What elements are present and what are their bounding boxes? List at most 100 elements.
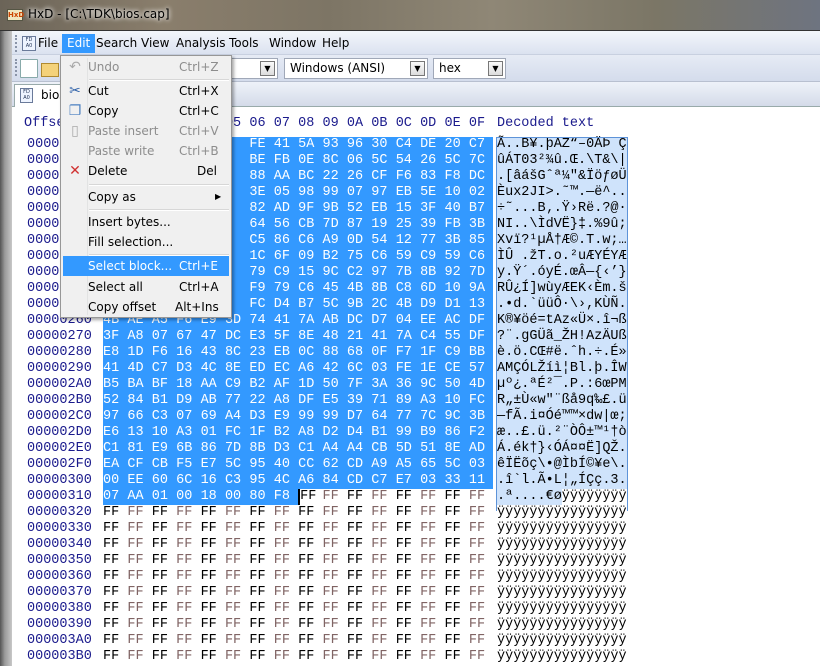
hex-byte[interactable]: 0E bbox=[298, 153, 323, 169]
hex-byte[interactable]: FF bbox=[103, 553, 127, 569]
hex-byte[interactable]: 5D bbox=[395, 441, 421, 457]
hex-byte[interactable]: 0D bbox=[346, 233, 372, 249]
hex-byte[interactable]: FF bbox=[176, 569, 200, 585]
hex-byte[interactable]: FF bbox=[469, 617, 493, 633]
hex-byte[interactable]: FF bbox=[420, 521, 444, 537]
hex-byte[interactable]: 3F bbox=[103, 329, 128, 345]
hex-byte[interactable]: FF bbox=[298, 537, 322, 553]
hex-byte[interactable]: FF bbox=[274, 569, 298, 585]
hex-byte[interactable]: FF bbox=[371, 633, 395, 649]
hex-byte[interactable]: 09 bbox=[298, 249, 323, 265]
hex-byte[interactable]: 1C bbox=[249, 249, 274, 265]
hex-bytes[interactable]: EA CF CB F5 E7 5C 95 40 CC 62 CD A9 A5 65 5C 03 bbox=[103, 457, 494, 473]
hex-bytes[interactable]: E8 1D F6 16 43 8C 23 EB 0C 88 68 0F F7 1F C9 BB bbox=[103, 345, 494, 361]
hex-byte[interactable]: 98 bbox=[298, 185, 323, 201]
hex-byte[interactable]: E9 bbox=[151, 441, 177, 457]
hex-byte[interactable]: 4D bbox=[127, 361, 152, 377]
hex-byte[interactable]: 69 bbox=[200, 409, 225, 425]
hex-byte[interactable]: 7A bbox=[298, 313, 323, 329]
hex-byte[interactable]: 9C bbox=[322, 265, 347, 281]
hex-byte[interactable]: DF bbox=[468, 313, 494, 329]
hex-byte[interactable]: FF bbox=[249, 633, 273, 649]
hex-byte[interactable]: 5E bbox=[420, 185, 445, 201]
hex-byte[interactable]: D4 bbox=[273, 297, 299, 313]
hex-byte[interactable]: ED bbox=[249, 361, 274, 377]
hex-byte[interactable]: 96 bbox=[346, 137, 372, 153]
hex-byte[interactable]: FF bbox=[323, 649, 347, 665]
hex-byte[interactable]: FF bbox=[420, 553, 444, 569]
hex-byte[interactable]: BE bbox=[249, 153, 274, 169]
hex-bytes[interactable]: FF FF FF FF FF FF FF FF FF FF FF FF FF FF FF FF bbox=[103, 553, 493, 569]
hex-byte[interactable]: C9 bbox=[420, 249, 445, 265]
menu-item-copy-offset[interactable]: Copy offset Alt+Ins bbox=[63, 297, 229, 317]
hex-byte[interactable]: FF bbox=[469, 585, 493, 601]
hex-byte[interactable]: 77 bbox=[224, 393, 250, 409]
hex-byte[interactable]: FF bbox=[201, 649, 225, 665]
hex-byte[interactable]: 04 bbox=[395, 313, 421, 329]
hex-byte[interactable]: FF bbox=[469, 521, 493, 537]
hex-byte[interactable]: C9 bbox=[273, 265, 299, 281]
hex-byte[interactable]: BB bbox=[468, 345, 494, 361]
hex-byte[interactable]: 18 bbox=[176, 377, 201, 393]
decoded-text[interactable]: ÿÿÿÿÿÿÿÿÿÿÿÿÿÿÿÿ bbox=[497, 537, 627, 553]
hex-byte[interactable]: D1 bbox=[444, 297, 469, 313]
hex-row[interactable]: 000003B0 FF FF FF FF FF FF FF FF FF FF FF FF FF FF FF FF… bbox=[12, 649, 820, 665]
decoded-text[interactable]: êÏËõç\•@ÌbÍ©¥e\. bbox=[497, 457, 627, 473]
hex-byte[interactable]: 99 bbox=[322, 185, 347, 201]
hex-byte[interactable]: FF bbox=[444, 553, 468, 569]
hex-bytes[interactable]: 41 4D C7 D3 4C 8E ED EC A6 42 6C 03 FE 1E CE 57 bbox=[103, 361, 494, 377]
hex-byte[interactable]: D3 bbox=[273, 441, 299, 457]
hex-byte[interactable]: 84 bbox=[127, 393, 152, 409]
decoded-text[interactable]: Ã..B¥.þAZ“–0ÄÞ Ç bbox=[497, 137, 627, 153]
hex-byte[interactable]: D7 bbox=[371, 313, 396, 329]
hex-byte[interactable]: C4 bbox=[420, 329, 445, 345]
hex-row[interactable]: 000002E0 C1 81 E9 6B 86 7D 8B D3 C1 A4 A4 CB 5D 51 8E AD… bbox=[12, 441, 820, 457]
hex-byte[interactable]: FF bbox=[201, 553, 225, 569]
hex-byte[interactable]: FF bbox=[103, 569, 127, 585]
hex-byte[interactable]: C8 bbox=[395, 281, 421, 297]
hex-byte[interactable]: FF bbox=[176, 537, 200, 553]
decoded-text[interactable]: ÿÿÿÿÿÿÿÿÿÿÿÿÿÿÿÿ bbox=[497, 649, 627, 665]
hex-byte[interactable]: 86 bbox=[200, 441, 225, 457]
hex-byte[interactable]: 50 bbox=[444, 377, 469, 393]
hex-byte[interactable]: FF bbox=[469, 489, 493, 505]
hex-byte[interactable]: F8 bbox=[273, 489, 299, 505]
hex-byte[interactable]: FF bbox=[420, 649, 444, 665]
menu-item-paste-insert[interactable]: ▯ Paste insert Ctrl+V bbox=[63, 121, 229, 141]
hex-byte[interactable]: FF bbox=[347, 505, 371, 521]
hex-byte[interactable]: E7 bbox=[200, 457, 225, 473]
hex-byte[interactable]: FF bbox=[396, 505, 420, 521]
decoded-text[interactable]: RÛ¿Í]wùyÆEK‹Èm.š bbox=[497, 281, 627, 297]
hex-byte[interactable]: FF bbox=[444, 601, 468, 617]
hex-byte[interactable]: FF bbox=[371, 505, 395, 521]
hex-byte[interactable]: 05 bbox=[273, 185, 299, 201]
decoded-text[interactable]: ÿÿÿÿÿÿÿÿÿÿÿÿÿÿÿÿ bbox=[497, 505, 627, 521]
hex-byte[interactable]: 3A bbox=[371, 377, 396, 393]
hex-byte[interactable]: FF bbox=[396, 601, 420, 617]
hex-byte[interactable]: 03 bbox=[420, 473, 445, 489]
hex-byte[interactable]: A8 bbox=[298, 425, 323, 441]
hex-byte[interactable]: FF bbox=[469, 505, 493, 521]
hex-byte[interactable]: FF bbox=[469, 649, 493, 665]
hex-byte[interactable]: 23 bbox=[249, 345, 274, 361]
hex-byte[interactable]: FF bbox=[298, 521, 322, 537]
hex-bytes[interactable]: FF FF FF FF FF FF FF FF FF FF FF FF FF FF FF FF bbox=[103, 617, 493, 633]
hex-byte[interactable]: FF bbox=[103, 601, 127, 617]
hex-byte[interactable]: C1 bbox=[298, 441, 323, 457]
hex-byte[interactable]: B5 bbox=[103, 377, 128, 393]
hex-byte[interactable]: 41 bbox=[371, 329, 396, 345]
hex-byte[interactable]: D2 bbox=[322, 425, 347, 441]
hex-byte[interactable]: 3E bbox=[249, 185, 274, 201]
hex-byte[interactable]: FF bbox=[127, 505, 151, 521]
hex-byte[interactable]: F2 bbox=[468, 425, 494, 441]
hex-byte[interactable]: C6 bbox=[371, 249, 396, 265]
hex-byte[interactable]: 86 bbox=[273, 233, 299, 249]
hex-byte[interactable]: FF bbox=[371, 537, 395, 553]
hex-byte[interactable]: 77 bbox=[395, 409, 421, 425]
hex-byte[interactable]: 41 bbox=[273, 137, 299, 153]
menu-item-copy[interactable]: ❐ Copy Ctrl+C bbox=[63, 101, 229, 121]
hex-bytes[interactable]: 52 84 B1 D9 AB 77 22 A8 DF E5 39 71 89 A3 10 FC bbox=[103, 393, 494, 409]
hex-byte[interactable]: C3 bbox=[151, 409, 177, 425]
hex-byte[interactable]: E9 bbox=[273, 409, 299, 425]
hex-byte[interactable]: 5C bbox=[444, 153, 469, 169]
